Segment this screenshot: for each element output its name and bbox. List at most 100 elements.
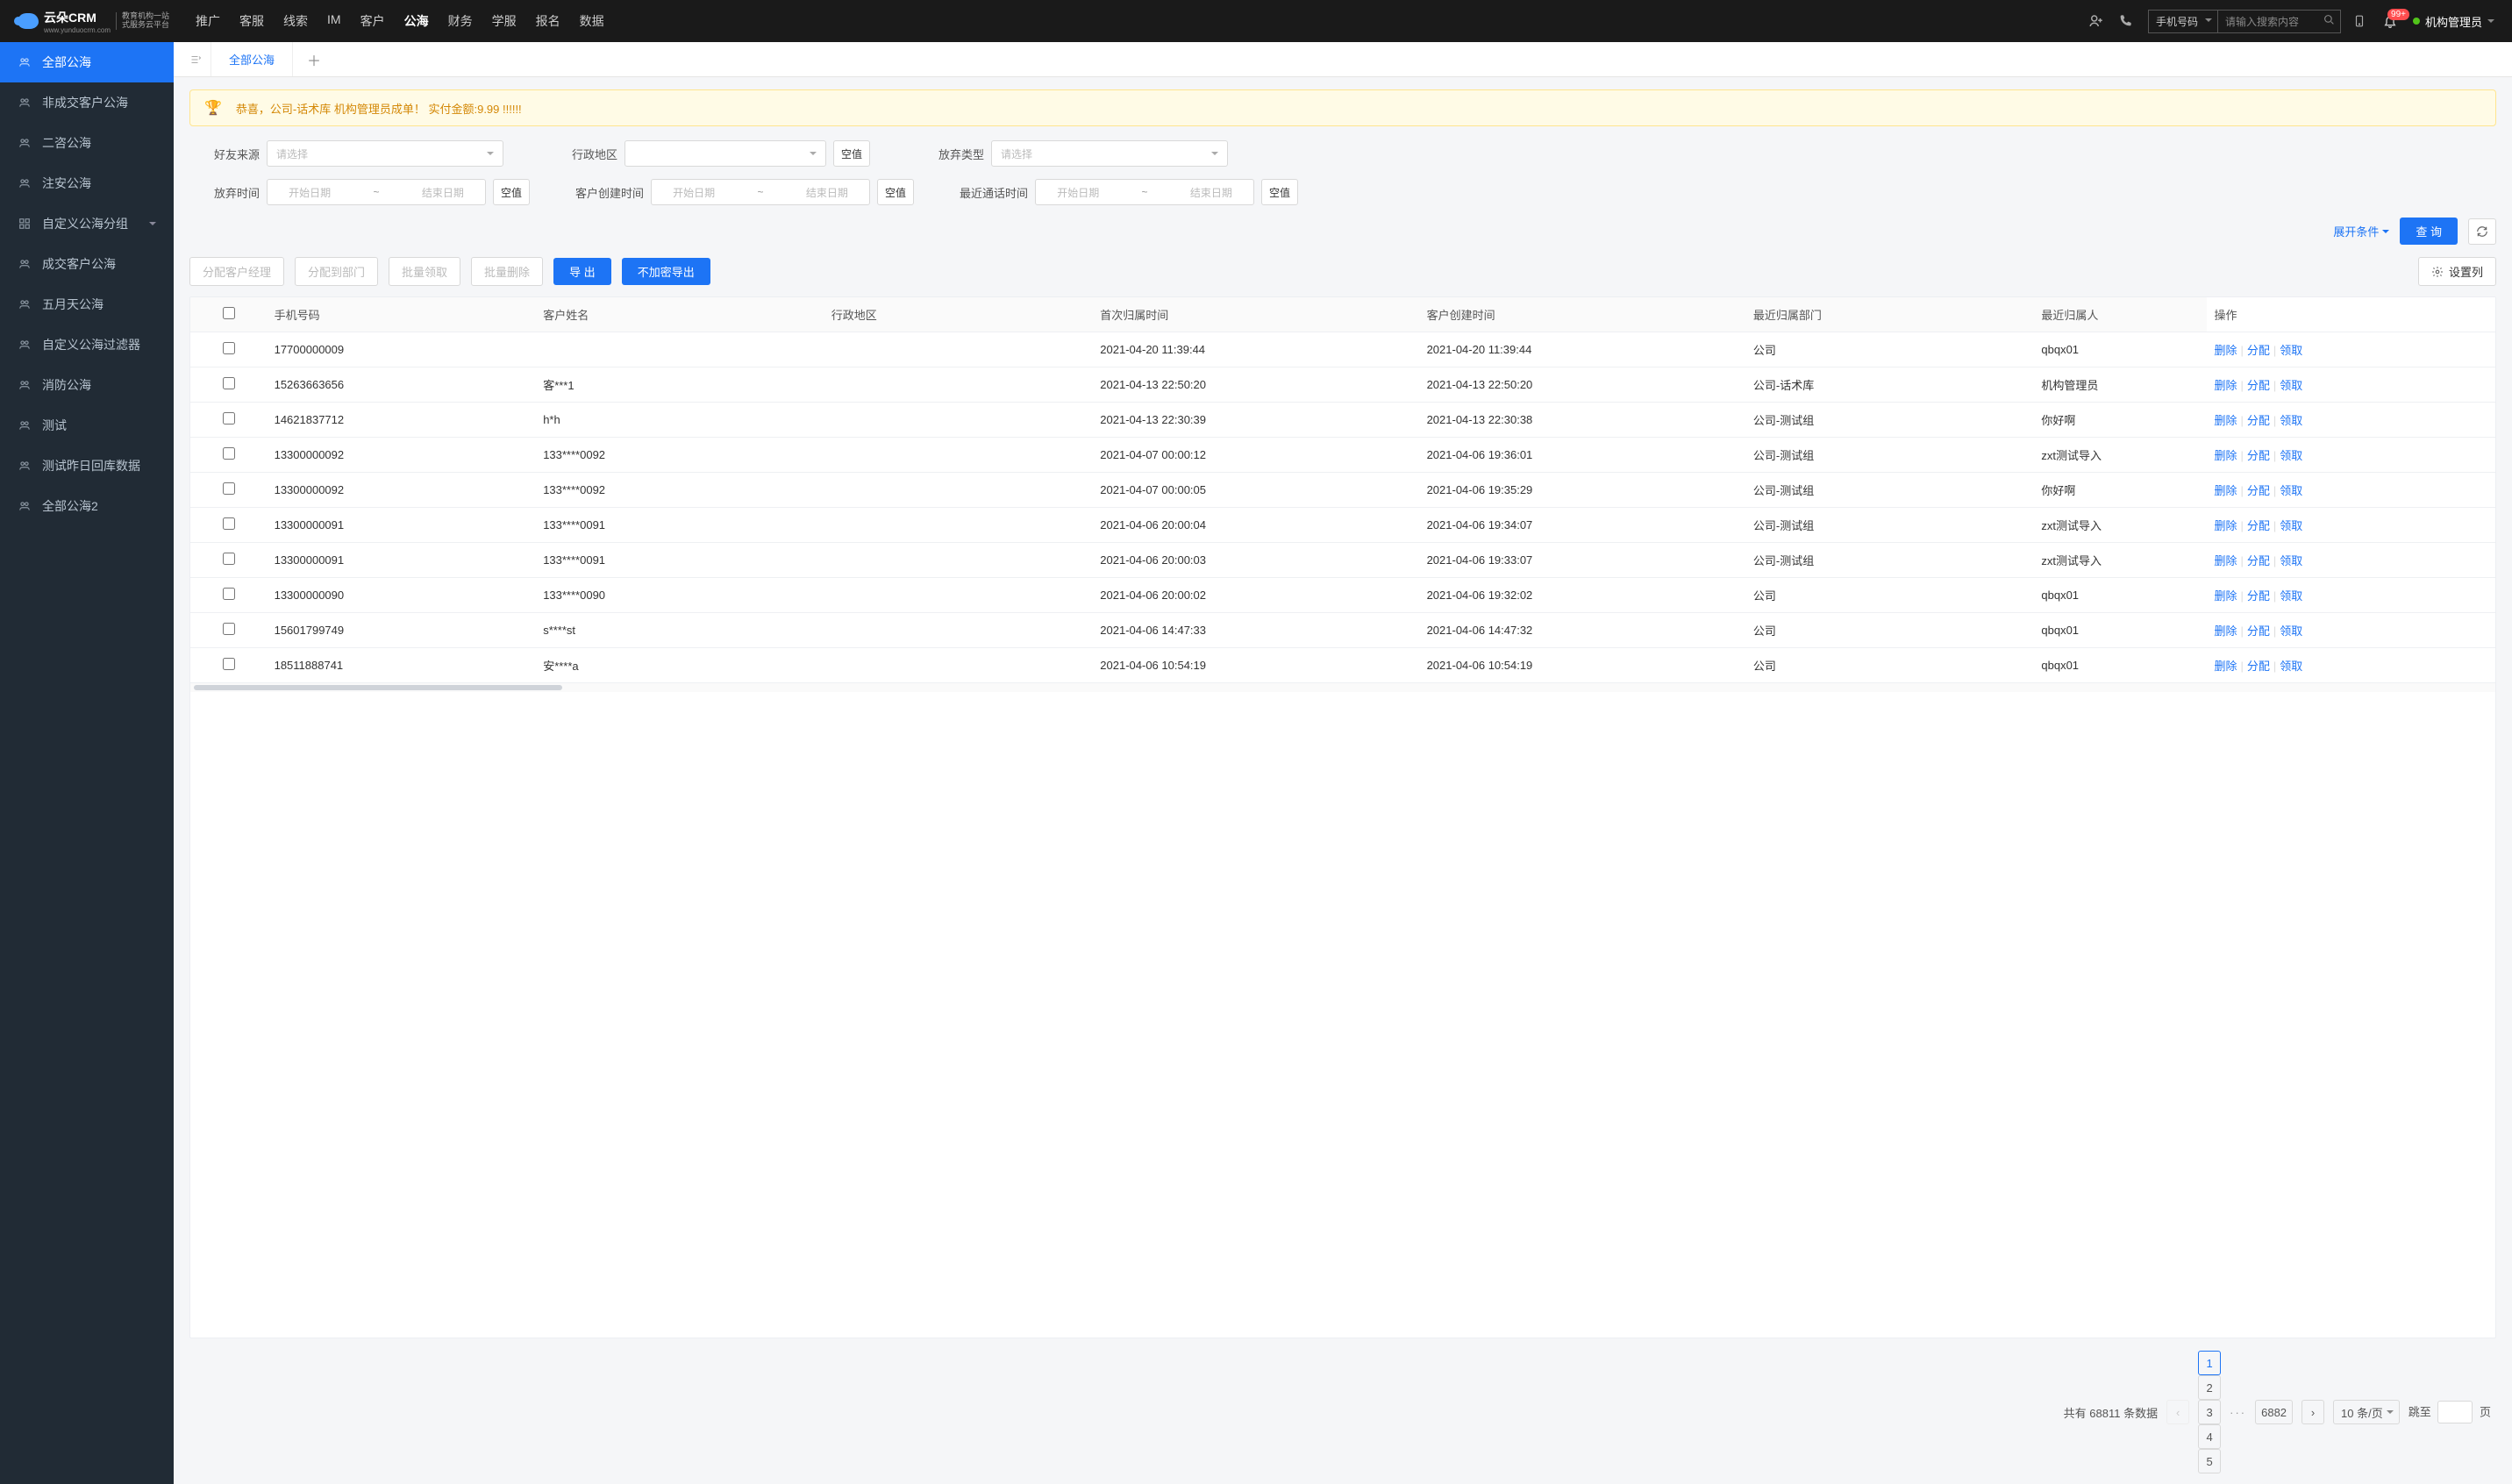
sidebar-item-2[interactable]: 二咨公海 <box>0 123 174 163</box>
search-type-select[interactable]: 手机号码 <box>2148 10 2218 33</box>
notifications-icon[interactable]: 99+ <box>2383 14 2401 28</box>
delete-link[interactable]: 删除 <box>2214 449 2237 462</box>
nav-item-财务[interactable]: 财务 <box>448 9 473 33</box>
assign-link[interactable]: 分配 <box>2247 554 2270 567</box>
sidebar-item-5[interactable]: 成交客户公海 <box>0 244 174 284</box>
row-checkbox[interactable] <box>223 482 235 495</box>
delete-link[interactable]: 删除 <box>2214 624 2237 638</box>
nav-item-报名[interactable]: 报名 <box>536 9 560 33</box>
set-columns-button[interactable]: 设置列 <box>2418 257 2496 286</box>
assign-link[interactable]: 分配 <box>2247 449 2270 462</box>
claim-link[interactable]: 领取 <box>2280 624 2302 638</box>
sidebar-item-11[interactable]: 全部公海2 <box>0 486 174 526</box>
delete-link[interactable]: 删除 <box>2214 344 2237 357</box>
next-page-button[interactable]: › <box>2301 1400 2324 1424</box>
last-call-range[interactable]: 开始日期~结束日期 <box>1035 179 1254 205</box>
nav-item-IM[interactable]: IM <box>327 9 341 33</box>
page-button[interactable]: 1 <box>2198 1351 2221 1375</box>
assign-link[interactable]: 分配 <box>2247 589 2270 603</box>
nav-item-推广[interactable]: 推广 <box>196 9 220 33</box>
refresh-button[interactable] <box>2468 218 2496 245</box>
sidebar-item-3[interactable]: 注安公海 <box>0 163 174 203</box>
row-checkbox[interactable] <box>223 447 235 460</box>
export-button[interactable]: 导 出 <box>553 258 611 285</box>
delete-link[interactable]: 删除 <box>2214 554 2237 567</box>
delete-link[interactable]: 删除 <box>2214 660 2237 673</box>
abandon-type-select[interactable]: 请选择 <box>991 140 1228 167</box>
last-page-button[interactable]: 6882 <box>2255 1400 2293 1424</box>
friend-source-select[interactable]: 请选择 <box>267 140 503 167</box>
create-time-range[interactable]: 开始日期~结束日期 <box>651 179 870 205</box>
tab-all-public-sea[interactable]: 全部公海 <box>211 42 293 76</box>
prev-page-button[interactable]: ‹ <box>2166 1400 2189 1424</box>
assign-link[interactable]: 分配 <box>2247 624 2270 638</box>
nav-item-客服[interactable]: 客服 <box>239 9 264 33</box>
delete-link[interactable]: 删除 <box>2214 589 2237 603</box>
delete-link[interactable]: 删除 <box>2214 519 2237 532</box>
claim-link[interactable]: 领取 <box>2280 449 2302 462</box>
assign-link[interactable]: 分配 <box>2247 660 2270 673</box>
assign-manager-button[interactable]: 分配客户经理 <box>189 257 284 286</box>
claim-link[interactable]: 领取 <box>2280 554 2302 567</box>
expand-filters-button[interactable]: 展开条件 <box>2333 223 2389 239</box>
page-size-select[interactable]: 10 条/页 <box>2333 1400 2400 1424</box>
claim-link[interactable]: 领取 <box>2280 379 2302 392</box>
row-checkbox[interactable] <box>223 553 235 565</box>
mobile-icon[interactable] <box>2353 13 2371 29</box>
row-checkbox[interactable] <box>223 517 235 530</box>
tab-menu-icon[interactable] <box>181 42 211 76</box>
batch-claim-button[interactable]: 批量领取 <box>389 257 460 286</box>
claim-link[interactable]: 领取 <box>2280 414 2302 427</box>
nav-item-学服[interactable]: 学服 <box>492 9 517 33</box>
row-checkbox[interactable] <box>223 588 235 600</box>
create-time-null-button[interactable]: 空值 <box>877 179 914 205</box>
select-all-checkbox[interactable] <box>223 307 235 319</box>
sidebar-item-7[interactable]: 自定义公海过滤器 <box>0 325 174 365</box>
sidebar-item-10[interactable]: 测试昨日回库数据 <box>0 446 174 486</box>
page-button[interactable]: 2 <box>2198 1375 2221 1400</box>
claim-link[interactable]: 领取 <box>2280 484 2302 497</box>
batch-delete-button[interactable]: 批量删除 <box>471 257 543 286</box>
user-menu[interactable]: 机构管理员 <box>2413 13 2494 30</box>
page-button[interactable]: 4 <box>2198 1424 2221 1449</box>
abandon-time-range[interactable]: 开始日期~结束日期 <box>267 179 486 205</box>
search-icon[interactable] <box>2323 14 2335 25</box>
region-null-button[interactable]: 空值 <box>833 140 870 167</box>
claim-link[interactable]: 领取 <box>2280 660 2302 673</box>
horizontal-scrollbar[interactable] <box>190 683 2495 692</box>
page-button[interactable]: 3 <box>2198 1400 2221 1424</box>
assign-link[interactable]: 分配 <box>2247 484 2270 497</box>
last-call-null-button[interactable]: 空值 <box>1261 179 1298 205</box>
nav-item-线索[interactable]: 线索 <box>283 9 308 33</box>
sidebar-item-1[interactable]: 非成交客户公海 <box>0 82 174 123</box>
delete-link[interactable]: 删除 <box>2214 379 2237 392</box>
nav-item-客户[interactable]: 客户 <box>360 9 385 33</box>
add-tab-button[interactable]: ＋ <box>293 49 335 70</box>
sidebar-item-6[interactable]: 五月天公海 <box>0 284 174 325</box>
phone-icon[interactable] <box>2118 14 2136 28</box>
nav-item-公海[interactable]: 公海 <box>404 9 429 33</box>
assign-link[interactable]: 分配 <box>2247 414 2270 427</box>
sidebar-item-8[interactable]: 消防公海 <box>0 365 174 405</box>
claim-link[interactable]: 领取 <box>2280 344 2302 357</box>
assign-dept-button[interactable]: 分配到部门 <box>295 257 378 286</box>
row-checkbox[interactable] <box>223 342 235 354</box>
assign-link[interactable]: 分配 <box>2247 379 2270 392</box>
delete-link[interactable]: 删除 <box>2214 484 2237 497</box>
row-checkbox[interactable] <box>223 412 235 425</box>
assign-link[interactable]: 分配 <box>2247 519 2270 532</box>
add-user-icon[interactable] <box>2088 13 2106 29</box>
sidebar-item-9[interactable]: 测试 <box>0 405 174 446</box>
sidebar-item-4[interactable]: 自定义公海分组 <box>0 203 174 244</box>
search-input[interactable]: 请输入搜索内容 <box>2218 10 2341 33</box>
nav-item-数据[interactable]: 数据 <box>580 9 604 33</box>
page-button[interactable]: 5 <box>2198 1449 2221 1473</box>
query-button[interactable]: 查 询 <box>2400 218 2458 245</box>
claim-link[interactable]: 领取 <box>2280 589 2302 603</box>
abandon-time-null-button[interactable]: 空值 <box>493 179 530 205</box>
region-select[interactable] <box>624 140 826 167</box>
sidebar-item-0[interactable]: 全部公海 <box>0 42 174 82</box>
row-checkbox[interactable] <box>223 623 235 635</box>
page-jump-input[interactable] <box>2437 1401 2473 1423</box>
claim-link[interactable]: 领取 <box>2280 519 2302 532</box>
